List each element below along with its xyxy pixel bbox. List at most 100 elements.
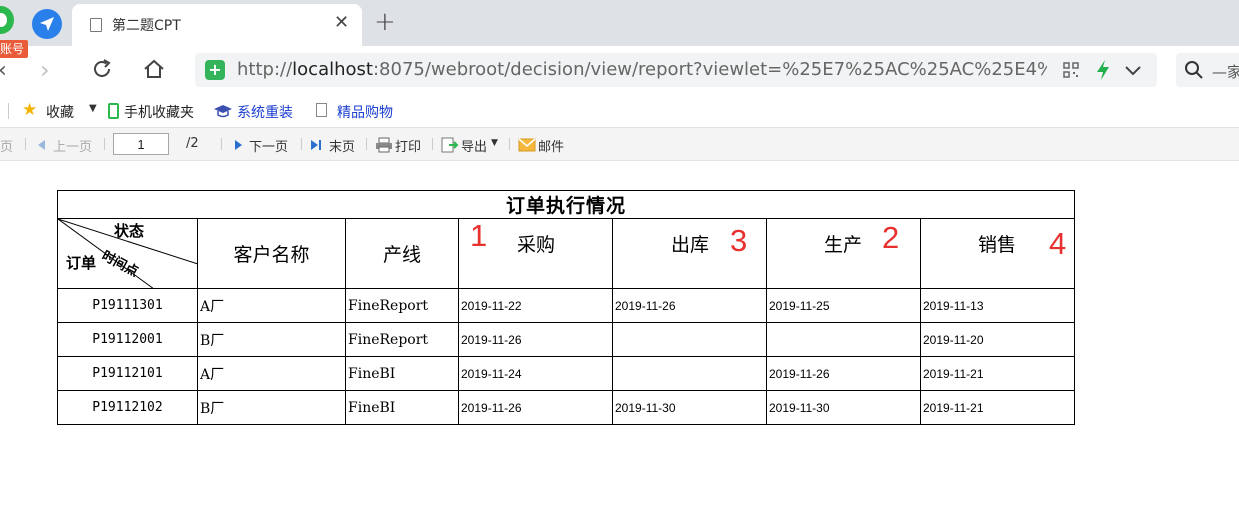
header-sales-label: 销售 — [978, 234, 1017, 256]
header-customer: 客户名称 — [197, 218, 346, 289]
header-line: 产线 — [345, 218, 459, 289]
divider — [301, 138, 302, 150]
bookmark-mobile[interactable]: 手机收藏夹 — [124, 102, 194, 122]
annotation-3: 3 — [730, 223, 748, 258]
page-icon — [90, 18, 102, 32]
search-box[interactable]: —家 — [1176, 53, 1239, 87]
home-icon[interactable] — [142, 57, 166, 81]
print-button[interactable]: 打印 — [395, 136, 421, 155]
divider — [104, 138, 105, 150]
back-arrow-icon[interactable]: ‹ — [0, 58, 7, 83]
address-bar[interactable]: + http://localhost:8075/webroot/decision… — [195, 53, 1157, 87]
header-purchase-label: 采购 — [517, 234, 556, 256]
diag-status-label: 状态 — [114, 222, 145, 240]
caret-down-icon[interactable]: ▼ — [491, 138, 498, 148]
tab-title: 第二题CPT — [112, 18, 181, 34]
header-production: 生产 2 — [766, 218, 921, 289]
header-outbound-label: 出库 — [671, 234, 710, 256]
browser-logo-icon[interactable] — [0, 6, 14, 34]
header-line-label: 产线 — [382, 244, 421, 266]
search-icon[interactable] — [1184, 60, 1204, 80]
production-date-cell — [766, 322, 921, 357]
lightning-icon[interactable] — [1095, 59, 1111, 81]
diagonal-header-cell: 状态 时间点 订单 — [57, 218, 198, 289]
table-row: P19112102 B厂 FineBI 2019-11-26 2019-11-3… — [57, 390, 1075, 425]
outbound-date-cell: 2019-11-26 — [612, 288, 767, 323]
divider — [509, 138, 510, 150]
bookmarks-bar: ★ 收藏 ▼ 手机收藏夹 系统重装 精品购物 — [0, 94, 1239, 128]
customer-cell: B厂 — [197, 322, 346, 357]
production-date-cell: 2019-11-25 — [766, 288, 921, 323]
diag-order-label: 订单 — [66, 254, 97, 272]
mail-button[interactable]: 邮件 — [538, 136, 564, 155]
divider — [366, 138, 367, 150]
customer-cell: A厂 — [197, 288, 346, 323]
url-prefix: http:// — [237, 59, 293, 80]
export-button[interactable]: 导出 — [461, 136, 487, 155]
divider — [8, 103, 9, 119]
order-cell: P19112001 — [57, 322, 198, 357]
last-page-button[interactable]: 末页 — [329, 136, 355, 155]
table-row: P19112101 A厂 FineBI 2019-11-24 2019-11-2… — [57, 356, 1075, 391]
annotation-4: 4 — [1049, 226, 1067, 261]
caret-down-icon[interactable]: ▼ — [89, 103, 97, 114]
chevron-down-icon[interactable] — [1123, 59, 1143, 81]
header-sales: 销售 4 — [920, 218, 1075, 289]
annotation-1: 1 — [470, 218, 488, 253]
table-row: P19111301 A厂 FineReport 2019-11-22 2019-… — [57, 288, 1075, 323]
line-cell: FineReport — [345, 288, 459, 323]
url-text[interactable]: http://localhost:8075/webroot/decision/v… — [237, 58, 1047, 82]
page-number-input[interactable] — [113, 133, 169, 155]
address-bar-row: ‹ › + http://localhost:8075/webroot/deci… — [0, 46, 1239, 94]
table-row: P19112001 B厂 FineReport 2019-11-26 2019-… — [57, 322, 1075, 357]
divider — [25, 138, 26, 150]
qr-code-icon[interactable] — [1063, 62, 1079, 78]
report-toolbar: 页 上一页 /2 下一页 末页 打印 导出 ▼ 邮件 — [0, 128, 1239, 161]
document-icon — [316, 103, 327, 117]
new-tab-plus-icon[interactable]: + — [374, 8, 396, 36]
navigation-compass-icon[interactable] — [32, 9, 62, 39]
bookmark-reinstall[interactable]: 系统重装 — [237, 102, 293, 122]
next-page-button[interactable]: 下一页 — [249, 136, 288, 155]
tab-active[interactable]: 第二题CPT ✕ — [72, 4, 362, 46]
header-purchase: 采购 1 — [458, 218, 613, 289]
bookmark-favorites[interactable]: 收藏 — [46, 102, 74, 122]
purchase-date-cell: 2019-11-26 — [458, 390, 613, 425]
prev-page-button[interactable]: 上一页 — [53, 136, 92, 155]
reload-icon[interactable] — [90, 57, 114, 81]
tab-strip: 账号 第二题CPT ✕ + — [0, 0, 1239, 58]
outbound-date-cell: 2019-11-30 — [612, 390, 767, 425]
phone-icon — [108, 103, 119, 119]
graduation-hat-icon — [214, 105, 232, 118]
sales-date-cell: 2019-11-21 — [920, 390, 1075, 425]
shield-icon[interactable]: + — [205, 60, 225, 80]
forward-arrow-icon[interactable]: › — [40, 56, 50, 84]
export-icon[interactable] — [441, 136, 459, 154]
header-production-label: 生产 — [824, 234, 863, 256]
close-icon[interactable]: ✕ — [334, 13, 349, 33]
outbound-date-cell — [612, 322, 767, 357]
printer-icon[interactable] — [375, 137, 393, 153]
sales-date-cell: 2019-11-13 — [920, 288, 1075, 323]
next-arrow-icon[interactable] — [235, 140, 242, 150]
order-cell: P19111301 — [57, 288, 198, 323]
prev-arrow-icon[interactable] — [38, 140, 45, 150]
report-table: 订单执行情况 状态 时间点 订单 客户名称 产线 采购 1 出库 3 生产 2 … — [57, 190, 1075, 425]
first-page-button[interactable]: 页 — [0, 136, 13, 155]
search-placeholder: —家 — [1212, 63, 1239, 81]
last-arrow-icon[interactable] — [311, 140, 318, 150]
report-title: 订单执行情况 — [57, 190, 1075, 219]
outbound-date-cell — [612, 356, 767, 391]
star-icon[interactable]: ★ — [22, 101, 37, 119]
bookmark-shopping[interactable]: 精品购物 — [337, 102, 393, 122]
purchase-date-cell: 2019-11-24 — [458, 356, 613, 391]
header-outbound: 出库 3 — [612, 218, 767, 289]
mail-icon[interactable] — [518, 138, 536, 152]
url-path: :8075/webroot/decision/view/report?viewl… — [372, 59, 1047, 80]
sales-date-cell: 2019-11-21 — [920, 356, 1075, 391]
account-badge[interactable]: 账号 — [0, 40, 29, 58]
annotation-2: 2 — [882, 220, 900, 255]
line-cell: FineBI — [345, 356, 459, 391]
divider — [221, 138, 222, 150]
order-cell: P19112101 — [57, 356, 198, 391]
